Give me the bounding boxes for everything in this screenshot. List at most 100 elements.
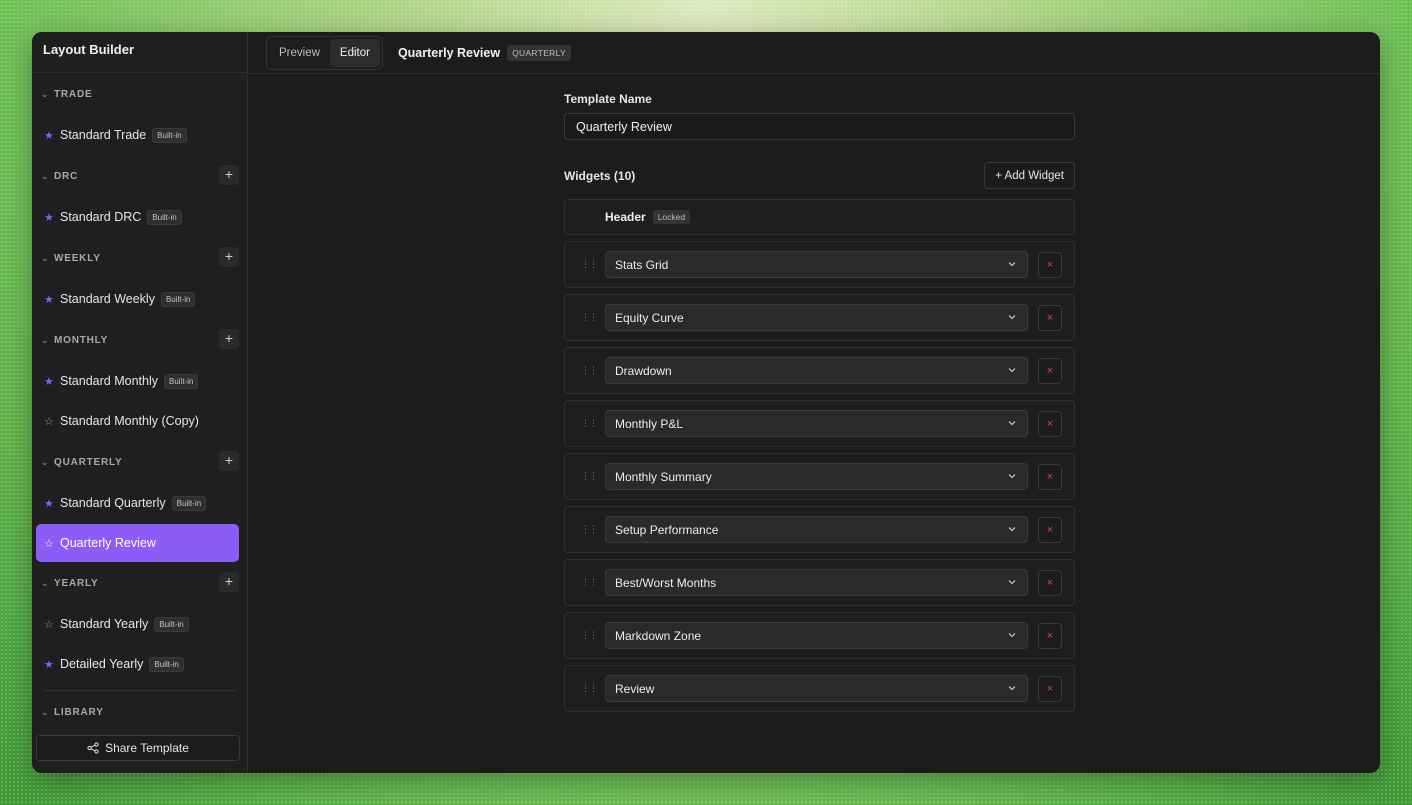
drag-handle-icon[interactable]: ⋮⋮ (581, 365, 598, 376)
widget-row: ⋮⋮ Stats Grid × (564, 241, 1075, 288)
delete-widget-button[interactable]: × (1038, 410, 1062, 437)
sidebar-item-standard-monthly-copy[interactable]: ☆ Standard Monthly (Copy) (36, 401, 239, 441)
widget-type-value: Monthly P&L (615, 416, 684, 431)
delete-widget-button[interactable]: × (1038, 569, 1062, 596)
widget-type-select[interactable]: Monthly P&L (605, 410, 1028, 437)
tab-preview[interactable]: Preview (269, 39, 330, 67)
delete-widget-button[interactable]: × (1038, 516, 1062, 543)
section-yearly[interactable]: ⌄ YEARLY + (36, 562, 239, 604)
star-outline-icon[interactable]: ☆ (44, 618, 60, 631)
template-name-input[interactable] (564, 113, 1075, 140)
section-label: DRC (54, 170, 79, 182)
star-filled-icon[interactable]: ★ (44, 375, 60, 388)
section-drc[interactable]: ⌄ DRC + (36, 155, 239, 197)
tab-editor[interactable]: Editor (329, 38, 380, 67)
add-template-button[interactable]: + (219, 247, 239, 267)
drag-handle-icon[interactable]: ⋮⋮ (581, 524, 598, 535)
star-filled-icon[interactable]: ★ (44, 293, 60, 306)
drag-handle-icon[interactable]: ⋮⋮ (581, 259, 598, 270)
sidebar-item-label: Quarterly Review (60, 536, 156, 550)
chevron-down-icon: ⌄ (41, 252, 49, 263)
add-widget-button[interactable]: + Add Widget (984, 162, 1075, 189)
widget-type-select[interactable]: Review (605, 675, 1028, 702)
sidebar-item-detailed-yearly[interactable]: ★ Detailed Yearly Built-in (36, 644, 239, 684)
drag-handle-icon[interactable]: ⋮⋮ (581, 683, 598, 694)
delete-widget-button[interactable]: × (1038, 675, 1062, 702)
star-filled-icon[interactable]: ★ (44, 497, 60, 510)
chevron-down-icon: ⌄ (41, 706, 49, 717)
add-template-button[interactable]: + (219, 451, 239, 471)
chevron-down-icon: ⌄ (41, 170, 49, 181)
star-filled-icon[interactable]: ★ (44, 658, 60, 671)
star-filled-icon[interactable]: ★ (44, 211, 60, 224)
widget-row: ⋮⋮ Monthly Summary × (564, 453, 1075, 500)
add-template-button[interactable]: + (219, 572, 239, 592)
section-weekly[interactable]: ⌄ WEEKLY + (36, 237, 239, 279)
widget-type-select[interactable]: Setup Performance (605, 516, 1028, 543)
sidebar-item-quarterly-review[interactable]: ☆ Quarterly Review (36, 524, 239, 562)
locked-badge: Locked (652, 210, 691, 224)
widget-row: ⋮⋮ Best/Worst Months × (564, 559, 1075, 606)
section-label: MONTHLY (54, 334, 109, 346)
widget-list: Header Locked ⋮⋮ Stats Grid × ⋮⋮ Equity Curv… (564, 199, 1075, 712)
widget-type-value: Monthly Summary (615, 469, 712, 484)
widget-row: ⋮⋮ Markdown Zone × (564, 612, 1075, 659)
section-monthly[interactable]: ⌄ MONTHLY + (36, 319, 239, 361)
widget-row-header: Header Locked (564, 199, 1075, 235)
widget-type-value: Equity Curve (615, 310, 684, 325)
section-library[interactable]: ⌄ LIBRARY (36, 691, 239, 733)
widget-type-value: Drawdown (615, 363, 672, 378)
widget-type-select[interactable]: Drawdown (605, 357, 1028, 384)
drag-handle-icon[interactable]: ⋮⋮ (581, 577, 598, 588)
widget-row: ⋮⋮ Setup Performance × (564, 506, 1075, 553)
delete-widget-button[interactable]: × (1038, 463, 1062, 490)
drag-handle-icon[interactable]: ⋮⋮ (581, 630, 598, 641)
add-template-button[interactable]: + (219, 329, 239, 349)
delete-widget-button[interactable]: × (1038, 251, 1062, 278)
star-outline-icon[interactable]: ☆ (44, 537, 60, 550)
widget-type-select[interactable]: Stats Grid (605, 251, 1028, 278)
sidebar-item-standard-trade[interactable]: ★ Standard Trade Built-in (36, 115, 239, 155)
chevron-down-icon: ⌄ (41, 334, 49, 345)
share-template-button[interactable]: Share Template (36, 735, 240, 761)
sidebar-item-standard-yearly[interactable]: ☆ Standard Yearly Built-in (36, 604, 239, 644)
star-outline-icon[interactable]: ☆ (44, 415, 60, 428)
section-label: YEARLY (54, 577, 99, 589)
sidebar-item-standard-weekly[interactable]: ★ Standard Weekly Built-in (36, 279, 239, 319)
delete-widget-button[interactable]: × (1038, 304, 1062, 331)
widget-type-select[interactable]: Equity Curve (605, 304, 1028, 331)
drag-handle-icon[interactable]: ⋮⋮ (581, 312, 598, 323)
sidebar-item-standard-monthly[interactable]: ★ Standard Monthly Built-in (36, 361, 239, 401)
widget-type-value: Review (615, 681, 655, 696)
add-template-button[interactable]: + (219, 165, 239, 185)
chevron-down-icon (1008, 262, 1016, 267)
sidebar-item-label: Standard DRC (60, 210, 142, 224)
sidebar-item-label: Standard Quarterly (60, 496, 166, 510)
section-trade[interactable]: ⌄ TRADE (36, 73, 239, 115)
widget-type-value: Stats Grid (615, 257, 669, 272)
widgets-header: Widgets (10) + Add Widget (564, 162, 1075, 189)
category-badge: QUARTERLY (507, 44, 571, 61)
widget-type-select[interactable]: Best/Worst Months (605, 569, 1028, 596)
widget-type-value: Markdown Zone (615, 628, 702, 643)
delete-widget-button[interactable]: × (1038, 357, 1062, 384)
sidebar-item-standard-quarterly[interactable]: ★ Standard Quarterly Built-in (36, 483, 239, 523)
built-in-badge: Built-in (149, 656, 184, 672)
share-icon (87, 742, 99, 754)
header-widget-label: Header (605, 210, 646, 224)
widgets-count-label: Widgets (10) (564, 168, 636, 183)
star-filled-icon[interactable]: ★ (44, 129, 60, 142)
delete-widget-button[interactable]: × (1038, 622, 1062, 649)
section-quarterly[interactable]: ⌄ QUARTERLY + (36, 441, 239, 483)
built-in-badge: Built-in (152, 127, 187, 143)
widget-type-select[interactable]: Monthly Summary (605, 463, 1028, 490)
drag-handle-icon[interactable]: ⋮⋮ (581, 471, 598, 482)
sidebar-item-label: Standard Weekly (60, 292, 155, 306)
section-label: WEEKLY (54, 252, 101, 264)
chevron-down-icon (1008, 527, 1016, 532)
widget-type-select[interactable]: Markdown Zone (605, 622, 1028, 649)
sidebar-item-standard-drc[interactable]: ★ Standard DRC Built-in (36, 197, 239, 237)
built-in-badge: Built-in (147, 209, 182, 225)
drag-handle-icon[interactable]: ⋮⋮ (581, 418, 598, 429)
widget-row: ⋮⋮ Monthly P&L × (564, 400, 1075, 447)
